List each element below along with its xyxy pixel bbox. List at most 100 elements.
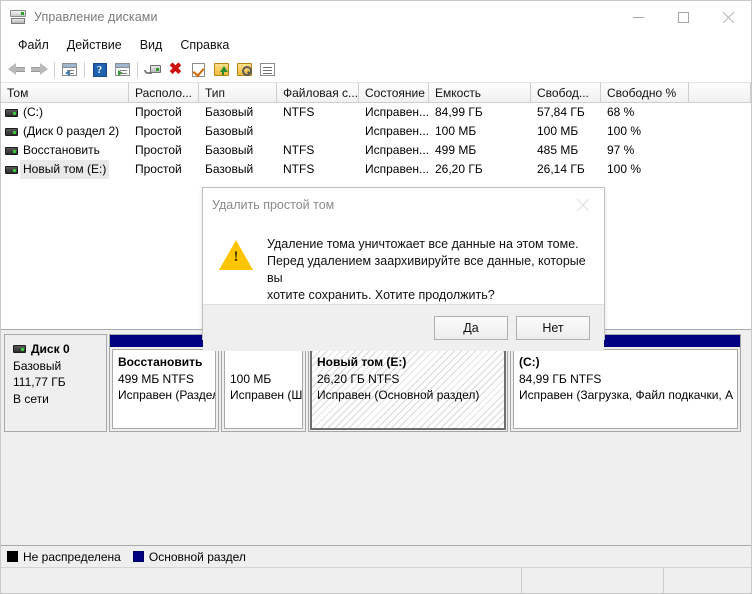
close-icon[interactable] [562,188,604,222]
cell-status: Исправен... [365,124,429,138]
status-pane-2 [522,568,664,593]
toolbar: ? ✖ [1,57,751,83]
column-header-type[interactable]: Тип [199,83,277,102]
status-pane-1 [1,568,522,593]
back-icon[interactable] [5,59,28,81]
menu-item-action[interactable]: Действие [58,35,131,55]
column-header-status[interactable]: Состояние [359,83,429,102]
disk-graphical-pane: Диск 0 Базовый 111,77 ГБ В сети Восстано… [1,329,751,545]
table-row[interactable]: (C:) Простой Базовый NTFS Исправен... 84… [1,103,751,122]
menu-bar: Файл Действие Вид Справка [1,33,751,57]
column-header-spacer[interactable] [689,83,751,102]
cell-volume: (Диск 0 раздел 2) [1,122,129,141]
menu-item-help[interactable]: Справка [171,35,238,55]
delete-icon[interactable]: ✖ [164,59,187,81]
close-icon[interactable] [706,1,751,33]
disk-name: Диск 0 [31,342,70,356]
table-row[interactable]: Восстановить Простой Базовый NTFS Исправ… [1,141,751,160]
status-pane-3 [664,568,751,593]
partition-details: Новый том (E:) 26,20 ГБ NTFS Исправен (О… [310,348,506,430]
cell-free: 57,84 ГБ [537,105,585,119]
legend-swatch-primary-partition [132,551,144,562]
cell-type: Базовый [205,162,254,176]
dialog-title: Удалить простой том [212,198,335,212]
column-header-free[interactable]: Свобод... [531,83,601,102]
dialog-body: Удаление тома уничтожает все данные на э… [203,222,604,304]
cell-free: 26,14 ГБ [537,162,585,176]
volume-icon [5,165,18,174]
partition-name: (C:) [519,355,540,369]
cell-capacity: 499 МБ [435,143,477,157]
folder-up-icon[interactable] [210,59,233,81]
cancel-button[interactable]: Нет [516,316,590,340]
disk-type: Базовый [13,358,62,373]
dialog-message: Удаление тома уничтожает все данные на э… [267,236,588,304]
legend-swatch-unallocated [7,551,18,562]
title-bar: Управление дисками [1,1,751,33]
column-header-volume[interactable]: Том [1,83,129,102]
toolbar-separator [84,61,85,78]
cell-free-percent: 100 % [607,162,642,176]
legend-bar: Не распределена Основной раздел [1,545,751,567]
partition-size: 499 МБ NTFS [118,371,194,386]
window-title: Управление дисками [34,10,158,24]
cell-volume: Новый том (E:) [1,160,129,179]
cell-status: Исправен... [365,105,429,119]
check-icon[interactable] [187,59,210,81]
legend-label-primary-partition: Основной раздел [148,549,246,564]
menu-item-file[interactable]: Файл [9,35,58,55]
disk-title: Диск 0 [13,341,106,358]
cell-type: Базовый [205,143,254,157]
cell-capacity: 100 МБ [435,124,477,138]
properties-drive-icon[interactable] [141,59,164,81]
volume-icon [5,146,18,155]
legend-item-primary-partition: Основной раздел [132,549,246,564]
partition-name: Восстановить [118,355,203,369]
cell-status: Исправен... [365,162,429,176]
cell-layout: Простой [135,105,182,119]
dialog-message-line-3: хотите сохранить. Хотите продолжить? [267,288,495,302]
forward-icon[interactable] [28,59,51,81]
cell-volume: Восстановить [1,141,129,160]
cell-filesystem: NTFS [283,143,315,157]
confirm-button[interactable]: Да [434,316,508,340]
cell-free-percent: 68 % [607,105,635,119]
folder-search-icon[interactable] [233,59,256,81]
partition-name: Новый том (E:) [317,355,407,369]
column-header-free-percent[interactable]: Свободно % [601,83,689,102]
dialog-message-line-1: Удаление тома уничтожает все данные на э… [267,237,579,251]
toolbar-separator [137,61,138,78]
legend-label-unallocated: Не распределена [23,549,121,564]
cell-free: 485 МБ [537,143,579,157]
column-header-filesystem[interactable]: Файловая с... [277,83,359,102]
disk-drive-icon [10,9,26,25]
cell-free: 100 МБ [537,124,579,138]
maximize-icon[interactable] [661,1,706,33]
cell-volume: (C:) [1,103,129,122]
cell-layout: Простой [135,162,182,176]
status-bar [1,567,751,593]
partition-details: Восстановить 499 МБ NTFS Исправен (Разде… [112,349,216,429]
help-icon[interactable]: ? [88,59,111,81]
legend-item-unallocated: Не распределена [7,550,121,564]
cell-layout: Простой [135,124,182,138]
warning-triangle-icon [219,240,253,270]
disk-management-window: Управление дисками Файл Действие Вид Спр… [0,0,752,594]
volume-icon [5,108,18,117]
show-hide-console-tree-icon[interactable] [58,59,81,81]
partition-status: Исправен (Раздел и [118,388,216,402]
dialog-title-bar: Удалить простой том [203,188,604,222]
column-header-layout[interactable]: Располо... [129,83,199,102]
menu-item-view[interactable]: Вид [131,35,172,55]
show-hide-action-pane-icon[interactable] [111,59,134,81]
table-row[interactable]: (Диск 0 раздел 2) Простой Базовый Исправ… [1,122,751,141]
disk-info-panel[interactable]: Диск 0 Базовый 111,77 ГБ В сети [4,334,107,432]
dialog-message-line-2: Перед удалением заархивируйте все данные… [267,254,586,285]
disk-state: В сети [13,391,49,406]
partition-status: Исправен (Загрузка, Файл подкачки, А [519,388,734,402]
column-header-capacity[interactable]: Емкость [429,83,531,102]
minimize-icon[interactable] [616,1,661,33]
partition-status: Исправен (Ши [230,388,303,402]
table-row[interactable]: Новый том (E:) Простой Базовый NTFS Испр… [1,160,751,179]
list-view-icon[interactable] [256,59,279,81]
